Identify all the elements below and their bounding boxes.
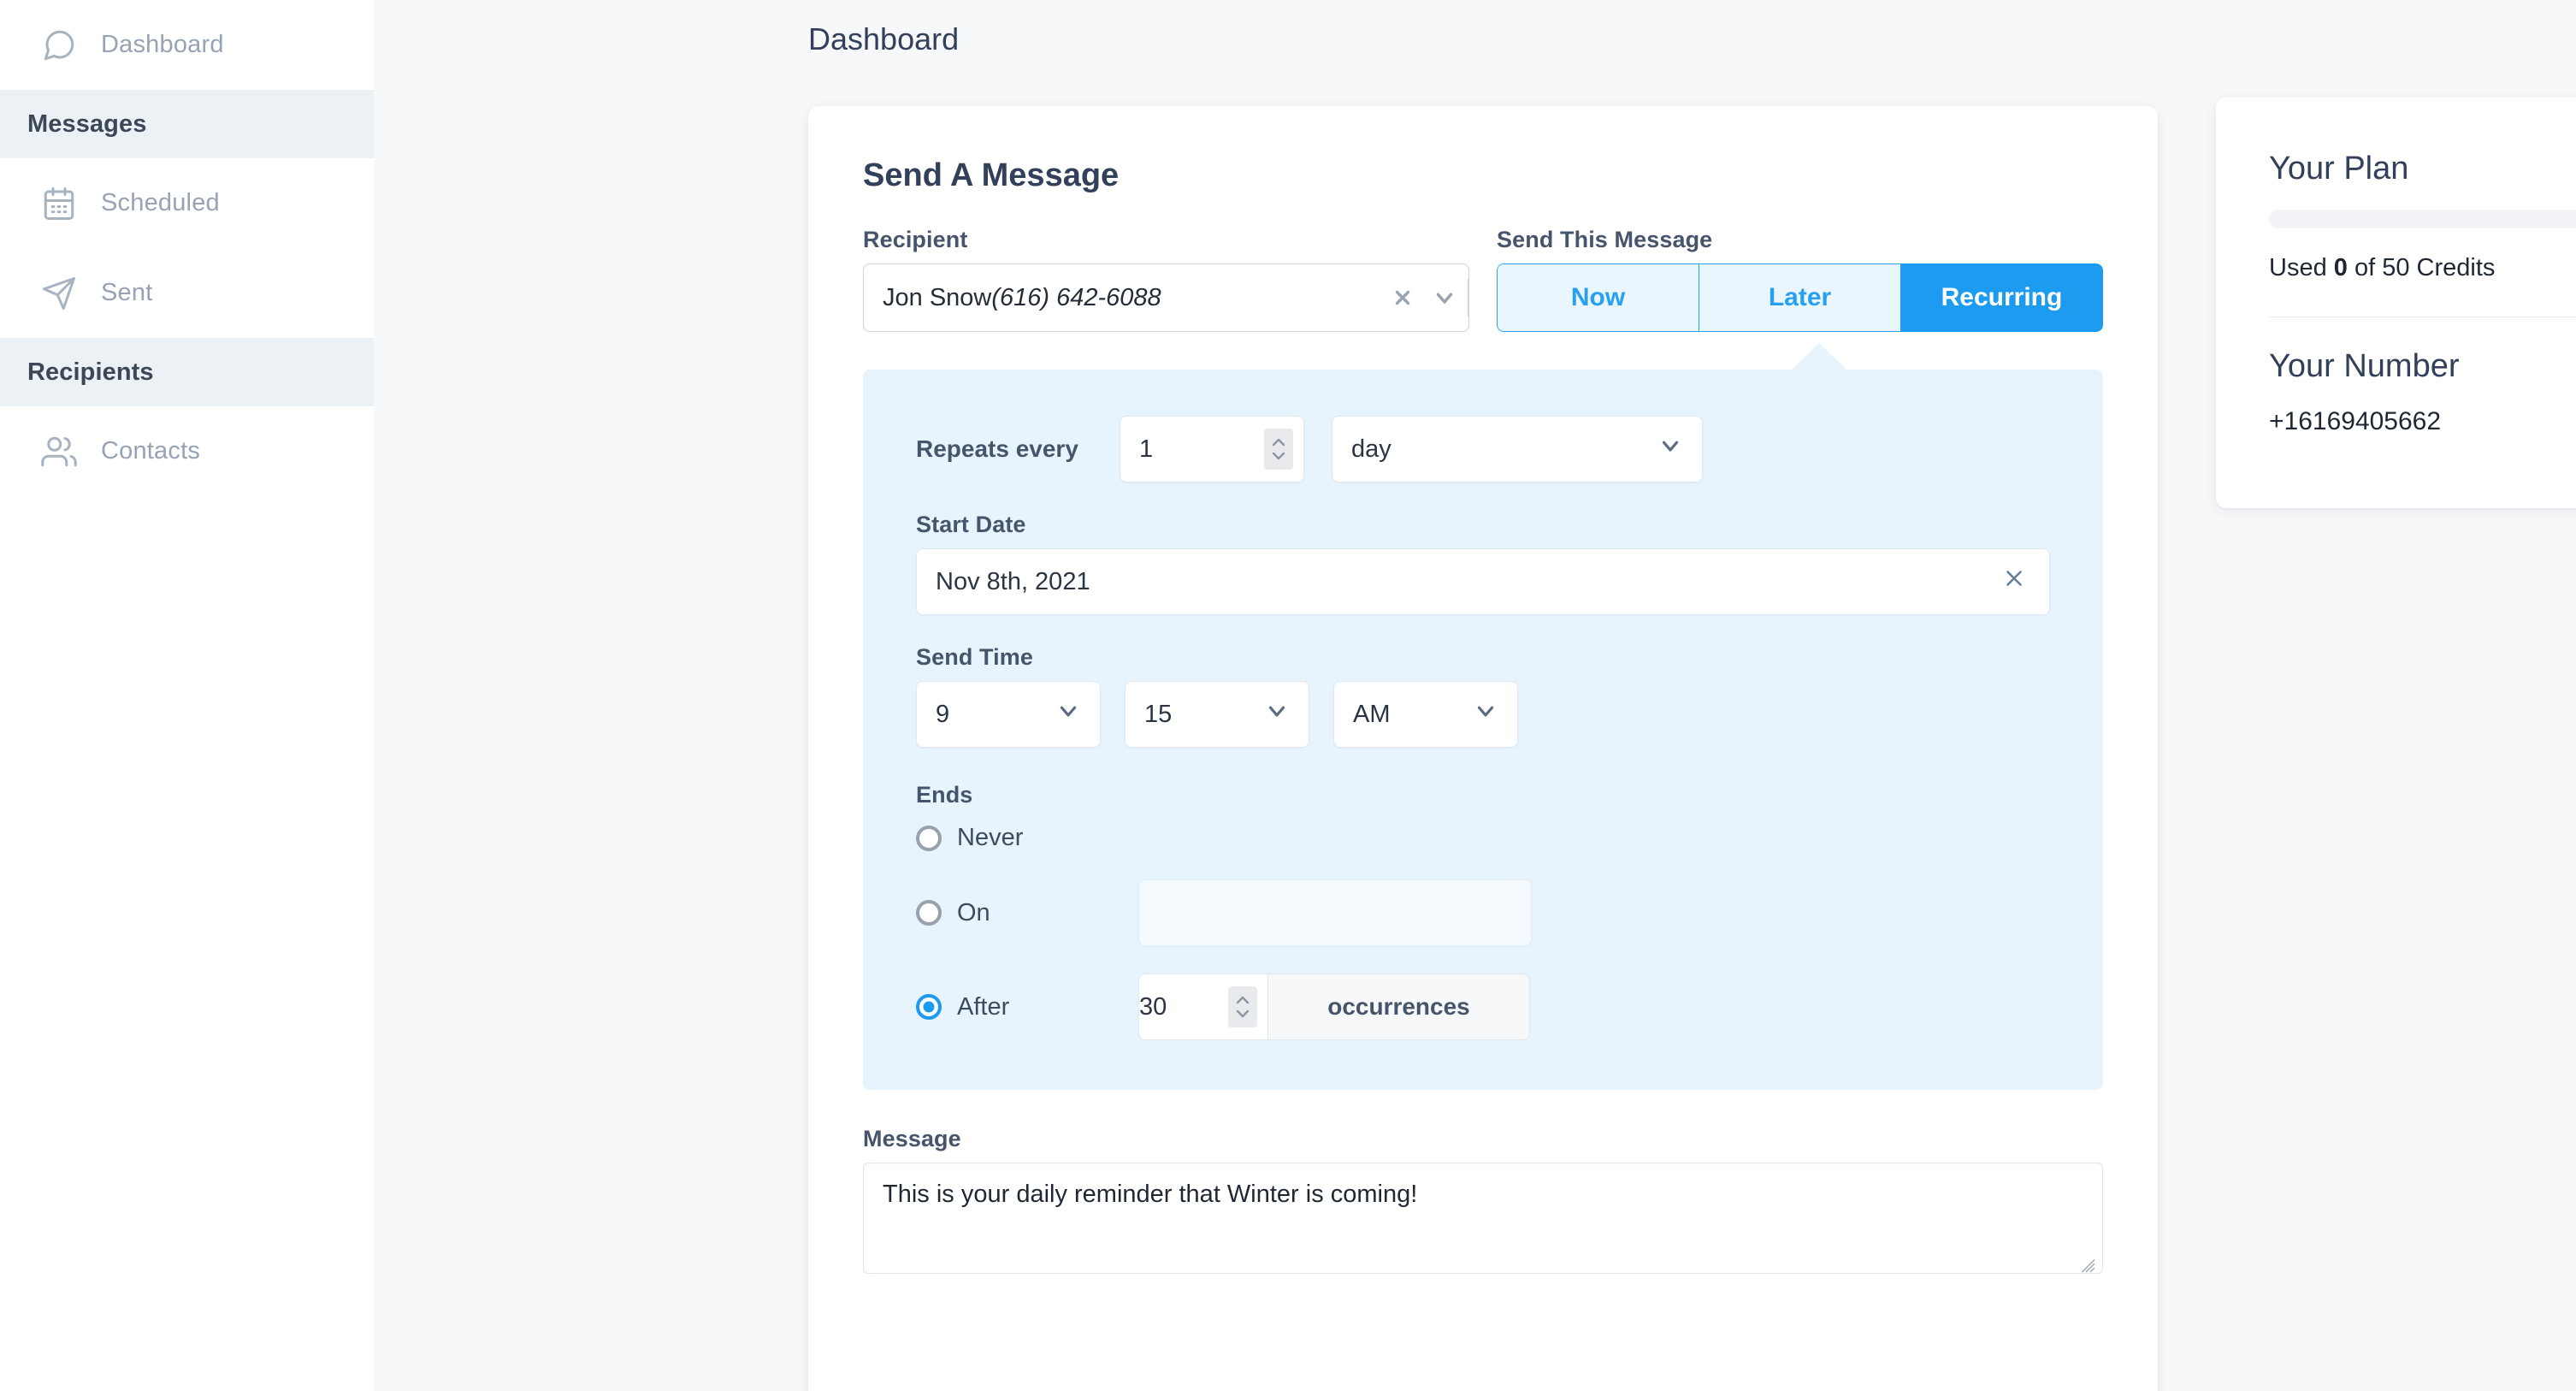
- card-title: Send A Message: [863, 157, 2103, 194]
- radio-on-label: On: [957, 899, 1118, 927]
- chevron-down-icon: [1264, 698, 1290, 731]
- send-time-row: 9 15 AM: [916, 681, 2050, 748]
- ends-option-after[interactable]: After 30 occurrence: [916, 974, 2050, 1040]
- close-icon[interactable]: [1384, 287, 1421, 309]
- chat-bubble-icon: [39, 26, 79, 65]
- send-timing-segmented-control: Now Later Recurring: [1497, 263, 2103, 332]
- radio-never[interactable]: [916, 826, 942, 851]
- start-date-label: Start Date: [916, 512, 2050, 538]
- start-date-input[interactable]: Nov 8th, 2021: [916, 548, 2050, 615]
- occurrences-value: 30: [1139, 993, 1167, 1021]
- radio-never-label: Never: [957, 824, 1023, 852]
- minute-value: 15: [1126, 701, 1172, 729]
- recipient-controls: [1384, 264, 1469, 331]
- recipient-name: Jon Snow: [883, 284, 991, 312]
- send-time-group: Send Time 9 15: [916, 644, 2050, 748]
- panel-pointer-arrow: [1791, 343, 1847, 370]
- radio-after-label: After: [957, 993, 1118, 1021]
- sidebar-item-sent[interactable]: Sent: [0, 248, 374, 338]
- message-textarea[interactable]: This is your daily reminder that Winter …: [863, 1163, 2103, 1274]
- recipient-label: Recipient: [863, 227, 1469, 253]
- credits-used-text: Used 0 of 50 Credits: [2269, 254, 2576, 282]
- ends-label: Ends: [916, 782, 2050, 808]
- start-date-group: Start Date Nov 8th, 2021: [916, 512, 2050, 615]
- ends-group: Ends Never On: [916, 782, 2050, 1040]
- sidebar-item-label: Contacts: [101, 437, 200, 465]
- ends-on-date-input[interactable]: [1138, 879, 1532, 946]
- users-icon: [39, 432, 79, 471]
- main-content: Dashboard Send A Message Recipient Jon S…: [374, 0, 2576, 1391]
- recurring-options-panel: Repeats every 1 day: [863, 370, 2103, 1090]
- recipient-field-group: Recipient Jon Snow(616) 642-6088: [863, 227, 1469, 332]
- tab-later[interactable]: Later: [1699, 263, 1900, 332]
- plan-title: Your Plan: [2269, 151, 2576, 187]
- send-time-label: Send Time: [916, 644, 2050, 671]
- close-icon[interactable]: [2001, 565, 2027, 598]
- paper-plane-icon: [39, 274, 79, 313]
- calendar-icon: [39, 184, 79, 223]
- repeat-unit-value: day: [1332, 435, 1391, 464]
- chevron-down-icon[interactable]: [1421, 285, 1468, 311]
- occurrences-unit-label: occurrences: [1268, 974, 1530, 1040]
- sidebar-item-dashboard[interactable]: Dashboard: [0, 0, 374, 90]
- sidebar-item-label: Dashboard: [101, 31, 224, 59]
- send-timing-group: Send This Message Now Later Recurring: [1497, 227, 2103, 332]
- minute-select[interactable]: 15: [1125, 681, 1309, 748]
- chevron-down-icon: [1055, 698, 1081, 731]
- repeats-every-row: Repeats every 1 day: [916, 416, 2050, 482]
- credits-used-count: 0: [2334, 254, 2348, 281]
- app-root: Dashboard Messages Scheduled Sent Recipi…: [0, 0, 2576, 1391]
- message-label: Message: [863, 1126, 2103, 1152]
- divider: [1468, 279, 1469, 317]
- repeat-unit-select[interactable]: day: [1332, 416, 1703, 482]
- tab-now[interactable]: Now: [1497, 263, 1699, 332]
- credits-used-suffix: of 50 Credits: [2348, 254, 2495, 281]
- chevron-down-icon: [1657, 433, 1683, 465]
- occurrences-group: 30 occurrences: [1138, 974, 1530, 1040]
- stepper-arrows-icon[interactable]: [1264, 429, 1293, 470]
- sidebar-item-label: Sent: [101, 279, 152, 307]
- recipient-and-timing-row: Recipient Jon Snow(616) 642-6088: [863, 227, 2103, 332]
- occurrences-stepper[interactable]: 30: [1138, 974, 1268, 1040]
- sidebar-item-contacts[interactable]: Contacts: [0, 406, 374, 496]
- meridiem-select[interactable]: AM: [1333, 681, 1518, 748]
- hour-value: 9: [917, 701, 949, 729]
- hour-select[interactable]: 9: [916, 681, 1101, 748]
- stepper-arrows-icon[interactable]: [1228, 986, 1257, 1027]
- chevron-down-icon: [1473, 698, 1498, 731]
- your-number-title: Your Number: [2269, 348, 2576, 385]
- meridiem-value: AM: [1334, 701, 1391, 729]
- send-message-card: Send A Message Recipient Jon Snow(616) 6…: [808, 106, 2158, 1391]
- resize-handle-icon[interactable]: [2081, 1252, 2096, 1268]
- sidebar-item-scheduled[interactable]: Scheduled: [0, 158, 374, 248]
- repeats-every-label: Repeats every: [916, 435, 1120, 463]
- send-this-message-label: Send This Message: [1497, 227, 2103, 253]
- repeat-interval-stepper[interactable]: 1: [1120, 416, 1304, 482]
- tab-recurring[interactable]: Recurring: [1900, 263, 2103, 332]
- sidebar-item-label: Scheduled: [101, 189, 220, 217]
- sidebar-section-recipients: Recipients: [0, 338, 374, 406]
- sidebar: Dashboard Messages Scheduled Sent Recipi…: [0, 0, 374, 1391]
- your-number-value: +16169405662: [2269, 407, 2576, 436]
- plan-card: Your Plan Used 0 of 50 Credits Your Numb…: [2216, 98, 2576, 508]
- repeat-interval-value: 1: [1120, 435, 1153, 464]
- radio-on[interactable]: [916, 900, 942, 926]
- message-value: This is your daily reminder that Winter …: [883, 1181, 1417, 1208]
- radio-after[interactable]: [916, 994, 942, 1020]
- ends-option-never[interactable]: Never: [916, 824, 2050, 852]
- recurring-panel-wrapper: Repeats every 1 day: [863, 370, 2103, 1090]
- sidebar-section-messages: Messages: [0, 90, 374, 158]
- message-group: Message This is your daily reminder that…: [863, 1126, 2103, 1274]
- ends-option-on[interactable]: On: [916, 879, 2050, 946]
- start-date-value: Nov 8th, 2021: [917, 568, 1090, 596]
- credits-used-prefix: Used: [2269, 254, 2334, 281]
- plan-progress-bar: [2269, 210, 2576, 228]
- recipient-phone: (616) 642-6088: [991, 284, 1161, 312]
- page-title: Dashboard: [808, 21, 959, 57]
- recipient-select[interactable]: Jon Snow(616) 642-6088: [863, 263, 1469, 332]
